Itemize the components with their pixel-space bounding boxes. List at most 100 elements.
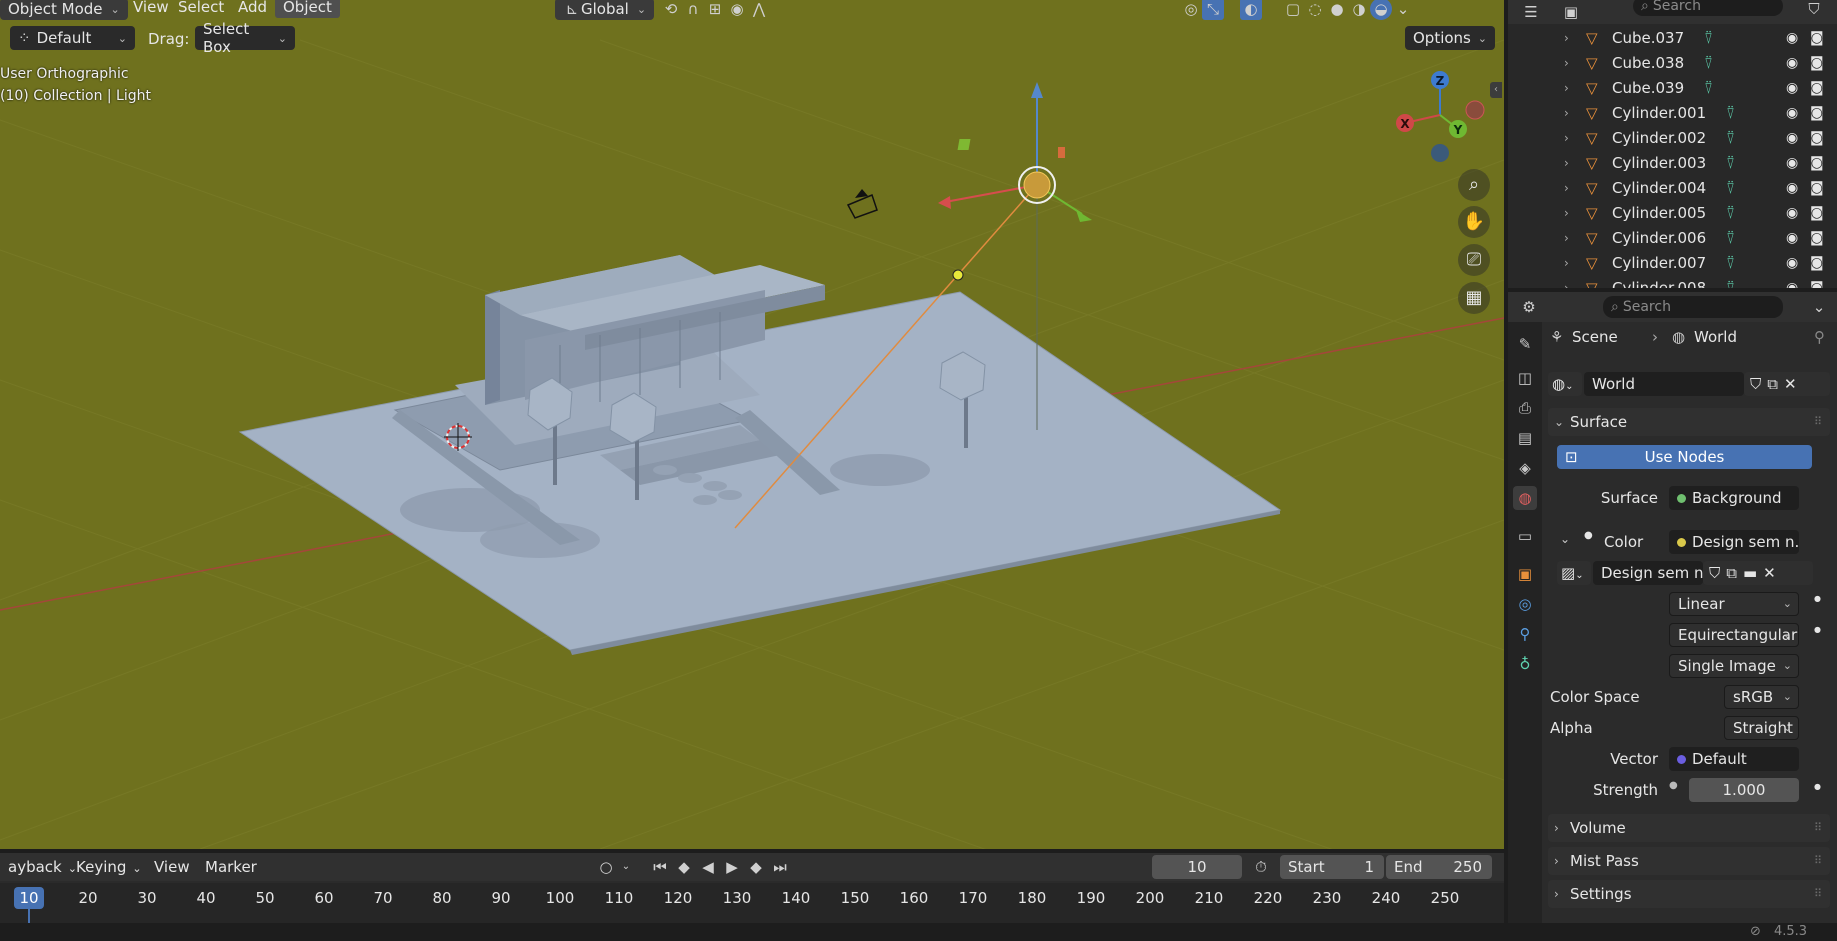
mesh-data-icon[interactable]: ⍢	[1726, 204, 1735, 222]
hand-pan-icon[interactable]: ✋	[1458, 206, 1490, 238]
menu-object[interactable]: Object	[275, 0, 340, 18]
duplicate-icon[interactable]: ⧉	[1726, 564, 1743, 582]
outliner-row[interactable]: › ▽ Cylinder.007 ⍢ ◉ ◙	[1508, 250, 1837, 275]
render-camera-icon[interactable]: ◙	[1810, 105, 1824, 121]
expand-arrow-icon[interactable]: ›	[1564, 156, 1569, 170]
render-camera-icon[interactable]: ◙	[1810, 155, 1824, 171]
eye-icon[interactable]: ◉	[1786, 255, 1798, 271]
keyframe-dot-icon[interactable]: ●	[1814, 782, 1821, 791]
prev-keyframe-icon[interactable]: ◆	[673, 856, 695, 878]
jump-start-icon[interactable]: ⏮	[649, 856, 671, 878]
eye-icon[interactable]: ◉	[1786, 130, 1798, 146]
xray-icon[interactable]: ▢	[1282, 0, 1304, 20]
menu-add[interactable]: Add	[230, 0, 275, 18]
outliner-row[interactable]: › ▽ Cube.038 ⍢ ◉ ◙	[1508, 50, 1837, 75]
grid-ortho-icon[interactable]: ▦	[1458, 282, 1490, 314]
magnet-icon[interactable]: ∩	[682, 0, 704, 20]
transform-orientation-dropdown[interactable]: ⊾ Global ⌄	[555, 0, 655, 20]
expand-arrow-icon[interactable]: ›	[1564, 231, 1569, 245]
current-frame-field[interactable]: 10	[1152, 855, 1242, 879]
expand-arrow-icon[interactable]: ›	[1564, 56, 1569, 70]
unlink-x-icon[interactable]: ✕	[1784, 375, 1803, 393]
alpha-select[interactable]: Straight ⌄	[1724, 716, 1799, 740]
surface-panel-header[interactable]: ⌄ Surface ⠿	[1548, 408, 1830, 436]
unlink-x-icon[interactable]: ✕	[1763, 564, 1782, 582]
next-keyframe-icon[interactable]: ◆	[745, 856, 767, 878]
output-tab-icon[interactable]: ⎙	[1513, 396, 1537, 420]
duplicate-icon[interactable]: ⧉	[1767, 375, 1784, 393]
proportional-edit-icon[interactable]: ◉	[726, 0, 748, 20]
eye-icon[interactable]: ◉	[1786, 30, 1798, 46]
outliner-row[interactable]: › ▽ Cylinder.006 ⍢ ◉ ◙	[1508, 225, 1837, 250]
drag-grip-icon[interactable]: ⠿	[1814, 847, 1822, 875]
mesh-data-icon[interactable]: ⍢	[1704, 54, 1713, 72]
object-tab-icon[interactable]: ▣	[1513, 562, 1537, 586]
mesh-data-icon[interactable]: ⍢	[1726, 104, 1735, 122]
chevron-down-icon[interactable]: ⌄	[1560, 532, 1570, 546]
mesh-data-icon[interactable]: ⍢	[1704, 29, 1713, 47]
chevron-down-icon[interactable]: ⌄	[1392, 0, 1414, 20]
3d-viewport[interactable]: Z X Y Object Mode ⌄ View Select Add Objec…	[0, 0, 1504, 849]
data-tab-icon[interactable]: ♁	[1513, 652, 1537, 676]
fake-user-shield-icon[interactable]: ⛉	[1709, 564, 1726, 582]
eye-icon[interactable]: ◉	[1786, 280, 1798, 289]
settings-panel-header[interactable]: › Settings ⠿	[1548, 880, 1830, 908]
expand-arrow-icon[interactable]: ›	[1564, 256, 1569, 270]
keyframe-dot-icon[interactable]: ●	[1814, 594, 1821, 603]
falloff-icon[interactable]: ⋀	[748, 0, 770, 20]
options-dropdown[interactable]: Options ⌄	[1405, 26, 1495, 50]
chevron-down-icon[interactable]: ⌄	[1808, 296, 1830, 318]
properties-search-input[interactable]: ⌕ Search	[1603, 296, 1783, 318]
render-camera-icon[interactable]: ◙	[1810, 280, 1824, 289]
filter-library-icon[interactable]: ▣	[1560, 1, 1582, 23]
source-select[interactable]: Single Image ⌄	[1669, 654, 1799, 678]
volume-panel-header[interactable]: › Volume ⠿	[1548, 814, 1830, 842]
use-nodes-button[interactable]: ⊡ Use Nodes	[1557, 445, 1812, 469]
visibility-icon[interactable]: ◎	[1180, 0, 1202, 20]
marker-menu[interactable]: Marker	[197, 856, 265, 878]
eye-icon[interactable]: ◉	[1786, 105, 1798, 121]
play-icon[interactable]: ▶	[721, 856, 743, 878]
image-name-field[interactable]: Design sem n...	[1593, 561, 1703, 585]
eye-icon[interactable]: ◉	[1786, 80, 1798, 96]
expand-arrow-icon[interactable]: ›	[1564, 81, 1569, 95]
expand-arrow-icon[interactable]: ›	[1564, 131, 1569, 145]
menu-select[interactable]: Select	[170, 0, 232, 18]
gizmo-toggle-icon[interactable]: ⤡	[1202, 0, 1224, 20]
tool-tab-icon[interactable]: ✎	[1513, 332, 1537, 356]
render-camera-icon[interactable]: ◙	[1810, 255, 1824, 271]
eye-icon[interactable]: ◉	[1786, 55, 1798, 71]
wireframe-shading-icon[interactable]: ◌	[1304, 0, 1326, 20]
timeline-view-menu[interactable]: View	[146, 856, 198, 878]
overlay-toggle-icon[interactable]: ◐	[1240, 0, 1262, 20]
render-camera-icon[interactable]: ◙	[1810, 205, 1824, 221]
drag-grip-icon[interactable]: ⠿	[1814, 880, 1822, 908]
camera-view-icon[interactable]: ⎚	[1458, 244, 1490, 276]
expand-arrow-icon[interactable]: ›	[1564, 206, 1569, 220]
playhead-line[interactable]	[28, 909, 30, 923]
solid-shading-icon[interactable]: ●	[1326, 0, 1348, 20]
outliner-search-input[interactable]: ⌕ Search	[1633, 0, 1783, 16]
expand-arrow-icon[interactable]: ›	[1564, 281, 1569, 289]
world-browse-button[interactable]: ◍⌄	[1548, 372, 1582, 396]
projection-select[interactable]: Equirectangular ⌄	[1669, 623, 1799, 647]
start-frame-field[interactable]: Start 1	[1280, 855, 1384, 879]
surface-shader-field[interactable]: Background	[1669, 486, 1799, 510]
render-camera-icon[interactable]: ◙	[1810, 80, 1824, 96]
color-space-select[interactable]: sRGB ⌄	[1724, 685, 1799, 709]
eye-icon[interactable]: ◉	[1786, 230, 1798, 246]
strength-field[interactable]: 1.000	[1689, 778, 1799, 802]
menu-view[interactable]: View	[125, 0, 177, 18]
render-tab-icon[interactable]: ◫	[1513, 366, 1537, 390]
world-name-field[interactable]: World	[1584, 372, 1744, 396]
mesh-data-icon[interactable]: ⍢	[1726, 129, 1735, 147]
drag-grip-icon[interactable]: ⠿	[1814, 814, 1822, 842]
keying-menu[interactable]: Keying ⌄	[68, 856, 150, 878]
chevron-down-icon[interactable]: ⌄	[619, 856, 633, 878]
zoom-icon[interactable]: ⌕	[1458, 169, 1490, 201]
image-browse-button[interactable]: ▨⌄	[1557, 561, 1591, 585]
scene-tab-icon[interactable]: ◈	[1513, 456, 1537, 480]
play-reverse-icon[interactable]: ◀	[697, 856, 719, 878]
end-frame-field[interactable]: End 250	[1386, 855, 1492, 879]
outliner-row[interactable]: › ▽ Cylinder.004 ⍢ ◉ ◙	[1508, 175, 1837, 200]
